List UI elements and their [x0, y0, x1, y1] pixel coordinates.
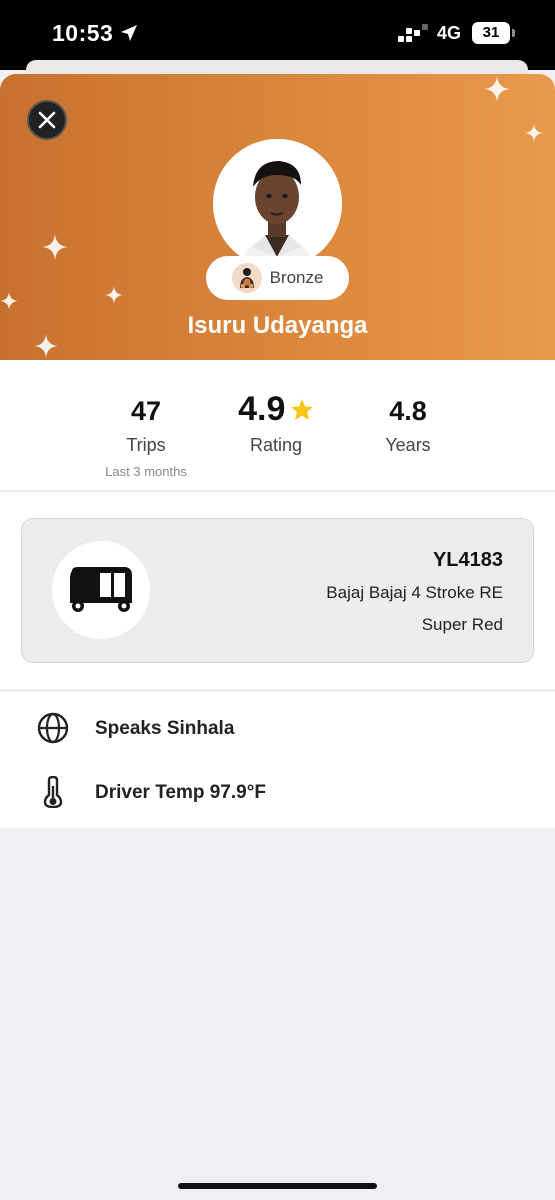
- close-button[interactable]: [27, 100, 67, 140]
- tier-label: Bronze: [269, 268, 324, 287]
- sparkle-icon: [105, 286, 123, 304]
- vehicle-model: Bajaj Bajaj 4 Stroke RE: [326, 583, 503, 602]
- sparkle-icon: [484, 76, 510, 102]
- trips-period: Last 3 months: [105, 464, 187, 479]
- cellular-signal-icon: [398, 24, 428, 44]
- trips-value: 47: [130, 396, 162, 426]
- driver-header: Bronze Isuru Udayanga: [0, 74, 555, 360]
- vehicle-plate: YL4183: [432, 549, 503, 571]
- driver-photo: [213, 139, 342, 268]
- vehicle-card[interactable]: YL4183 Bajaj Bajaj 4 Stroke RE Super Red: [21, 518, 534, 663]
- battery-level: 31: [482, 24, 500, 41]
- sparkle-icon: [42, 234, 68, 260]
- battery-icon: 31: [472, 22, 510, 44]
- driver-avatar: [213, 139, 342, 268]
- rating-label: Rating: [249, 435, 303, 455]
- temperature-text: Driver Temp 97.9°F: [95, 782, 266, 803]
- stat-rating: 4.9 Rating: [220, 390, 332, 456]
- tuk-tuk-icon: [70, 567, 132, 612]
- info-row-language: Speaks Sinhala: [0, 696, 555, 756]
- stat-trips: 47 Trips Last 3 months: [90, 396, 202, 479]
- globe-icon: [37, 712, 69, 744]
- home-indicator: [178, 1183, 377, 1189]
- vehicle-icon-container: [52, 541, 150, 639]
- vehicle-section: YL4183 Bajaj Bajaj 4 Stroke RE Super Red: [0, 492, 555, 690]
- years-value: 4.8: [389, 396, 427, 426]
- sparkle-icon: [525, 124, 543, 142]
- language-text: Speaks Sinhala: [95, 718, 235, 739]
- divider: [0, 689, 555, 691]
- thermometer-icon: [43, 776, 63, 808]
- battery-nub: [512, 29, 515, 37]
- driver-info-list: Speaks Sinhala Driver Temp 97.9°F: [0, 692, 555, 828]
- rating-value: 4.9: [238, 390, 286, 428]
- status-time: 10:53: [52, 20, 114, 46]
- location-arrow-icon: [121, 25, 137, 41]
- close-icon: [38, 111, 56, 129]
- years-label: Years: [385, 435, 431, 455]
- bronze-medal-icon: [231, 263, 262, 293]
- driver-name: Isuru Udayanga: [187, 312, 368, 339]
- trips-label: Trips: [126, 435, 166, 455]
- stat-years: 4.8 Years: [352, 396, 464, 456]
- star-icon: [290, 399, 313, 420]
- tier-badge[interactable]: Bronze: [206, 256, 349, 300]
- network-type: 4G: [437, 23, 462, 43]
- sparkle-icon: [0, 292, 18, 310]
- driver-stats: 47 Trips Last 3 months 4.9 Rating 4.8 Ye…: [0, 360, 555, 490]
- vehicle-color: Super Red: [421, 615, 503, 634]
- info-row-temperature: Driver Temp 97.9°F: [0, 760, 555, 820]
